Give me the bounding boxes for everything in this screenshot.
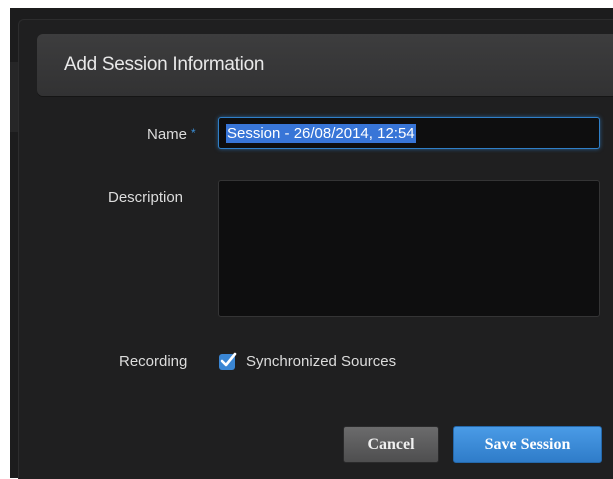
save-session-button[interactable]: Save Session (453, 426, 602, 463)
synchronized-sources-checkbox[interactable] (219, 352, 237, 370)
name-label-text: Name (147, 126, 188, 143)
dialog-title: Add Session Information (64, 54, 265, 75)
synchronized-sources-label[interactable]: Synchronized Sources (246, 353, 396, 370)
checkmark-icon (220, 352, 237, 367)
cancel-button[interactable]: Cancel (343, 426, 439, 463)
add-session-dialog: Add Session Information Name * Session - … (18, 19, 613, 479)
name-label: Name * (147, 126, 196, 143)
session-name-value: Session - 26/08/2014, 12:54 (226, 123, 416, 143)
description-label: Description (108, 189, 184, 206)
description-textarea[interactable] (218, 180, 600, 317)
required-marker: * (191, 126, 196, 140)
dialog-header: Add Session Information (37, 34, 613, 96)
session-name-input[interactable]: Session - 26/08/2014, 12:54 (218, 117, 600, 149)
recording-label: Recording (119, 353, 188, 370)
